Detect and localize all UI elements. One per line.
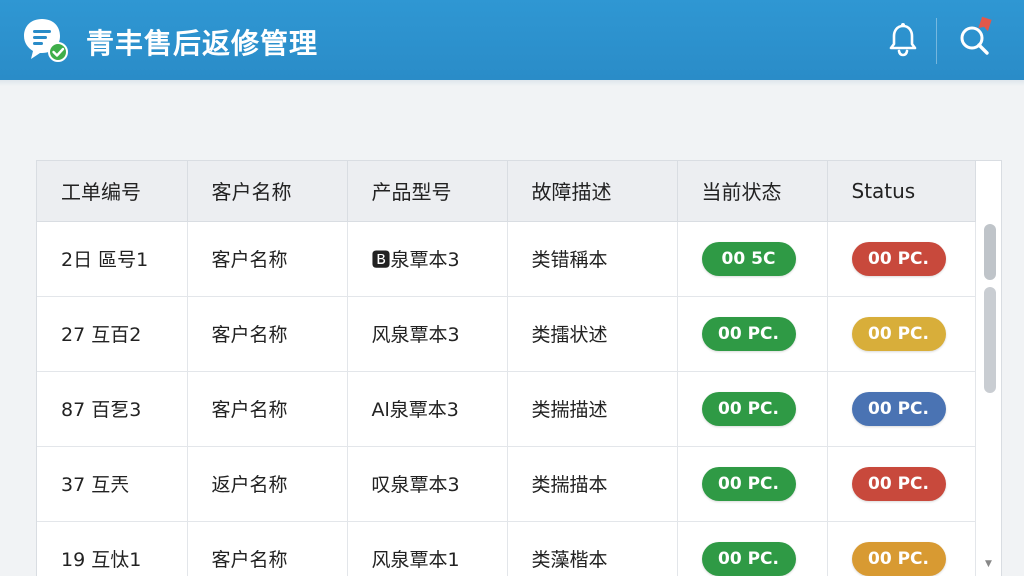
scroll-down-arrow-icon[interactable]: ▼ <box>985 559 992 569</box>
order-id-cell: 27 互百2 <box>37 296 188 372</box>
state-badge[interactable]: 00 PC. <box>701 541 796 576</box>
status-cell: 00 PC. <box>827 446 976 522</box>
customer-cell: 客户名称 <box>187 296 348 372</box>
order-id-cell: 19 互忲1 <box>37 521 188 576</box>
state-badge[interactable]: 00 PC. <box>701 466 796 501</box>
status-badge[interactable]: 00 PC. <box>851 391 946 426</box>
status-badge[interactable]: 00 PC. <box>851 541 946 576</box>
state-cell: 00 5C <box>677 221 828 297</box>
vertical-scrollbar[interactable]: ▼ <box>979 221 999 576</box>
chat-check-logo-icon <box>24 19 68 62</box>
order-id-cell: 87 百乭3 <box>37 371 188 447</box>
state-badge[interactable]: 00 5C <box>701 241 796 276</box>
state-cell: 00 PC. <box>677 371 828 447</box>
table-row[interactable]: 87 百乭3 客户名称 Al泉覃本3 类揣描述 00 PC. 00 PC. <box>37 371 976 447</box>
column-header-state[interactable]: 当前状态 <box>677 161 828 222</box>
column-header-model[interactable]: 产品型号 <box>347 161 508 222</box>
status-cell: 00 PC. <box>827 371 976 447</box>
fault-cell: 类错稱本 <box>507 221 678 297</box>
model-cell: 🅱泉覃本3 <box>347 221 508 297</box>
state-badge[interactable]: 00 PC. <box>701 391 796 426</box>
table-row[interactable]: 27 互百2 客户名称 风泉覃本3 类擂状述 00 PC. 00 PC. <box>37 296 976 372</box>
header-divider <box>936 18 937 64</box>
column-header-customer[interactable]: 客户名称 <box>187 161 348 222</box>
scrollbar-thumb[interactable] <box>984 224 996 280</box>
repair-orders-table: 工单编号 客户名称 产品型号 故障描述 当前状态 Status 2日 區号1 客… <box>37 161 976 576</box>
top-bar: 青丰售后返修管理 <box>0 0 1024 80</box>
customer-cell: 客户名称 <box>187 521 348 576</box>
table-row[interactable]: 19 互忲1 客户名称 风泉覃本1 类藻楷本 00 PC. 00 PC. <box>37 521 976 576</box>
status-cell: 00 PC. <box>827 521 976 576</box>
customer-cell: 客户名称 <box>187 371 348 447</box>
state-cell: 00 PC. <box>677 296 828 372</box>
scrollbar-thumb-secondary[interactable] <box>984 287 996 393</box>
status-badge[interactable]: 00 PC. <box>851 241 946 276</box>
model-cell: 风泉覃本3 <box>347 296 508 372</box>
fault-cell: 类藻楷本 <box>507 521 678 576</box>
fault-cell: 类揣描述 <box>507 371 678 447</box>
customer-cell: 客户名称 <box>187 221 348 297</box>
bell-icon[interactable] <box>886 22 920 58</box>
order-id-cell: 37 互兲 <box>37 446 188 522</box>
model-cell: Al泉覃本3 <box>347 371 508 447</box>
app-title: 青丰售后返修管理 <box>86 27 319 60</box>
table-row[interactable]: 37 互兲 返户名称 叹泉覃本3 类揣描本 00 PC. 00 PC. <box>37 446 976 522</box>
column-header-status[interactable]: Status <box>827 161 976 222</box>
fault-cell: 类揣描本 <box>507 446 678 522</box>
status-badge[interactable]: 00 PC. <box>851 466 946 501</box>
column-header-order-id[interactable]: 工单编号 <box>37 161 188 222</box>
status-cell: 00 PC. <box>827 296 976 372</box>
state-cell: 00 PC. <box>677 446 828 522</box>
model-cell: 叹泉覃本3 <box>347 446 508 522</box>
table-row[interactable]: 2日 區号1 客户名称 🅱泉覃本3 类错稱本 00 5C 00 PC. <box>37 221 976 297</box>
status-cell: 00 PC. <box>827 221 976 297</box>
model-cell: 风泉覃本1 <box>347 521 508 576</box>
repair-orders-panel: 工单编号 客户名称 产品型号 故障描述 当前状态 Status 2日 區号1 客… <box>36 160 1002 576</box>
table-header-row: 工单编号 客户名称 产品型号 故障描述 当前状态 Status <box>37 161 976 222</box>
search-icon[interactable] <box>954 16 996 60</box>
header-shadow <box>0 80 1024 86</box>
fault-cell: 类擂状述 <box>507 296 678 372</box>
order-id-cell: 2日 區号1 <box>37 221 188 297</box>
status-badge[interactable]: 00 PC. <box>851 316 946 351</box>
customer-cell: 返户名称 <box>187 446 348 522</box>
state-badge[interactable]: 00 PC. <box>701 316 796 351</box>
state-cell: 00 PC. <box>677 521 828 576</box>
column-header-fault[interactable]: 故障描述 <box>507 161 678 222</box>
